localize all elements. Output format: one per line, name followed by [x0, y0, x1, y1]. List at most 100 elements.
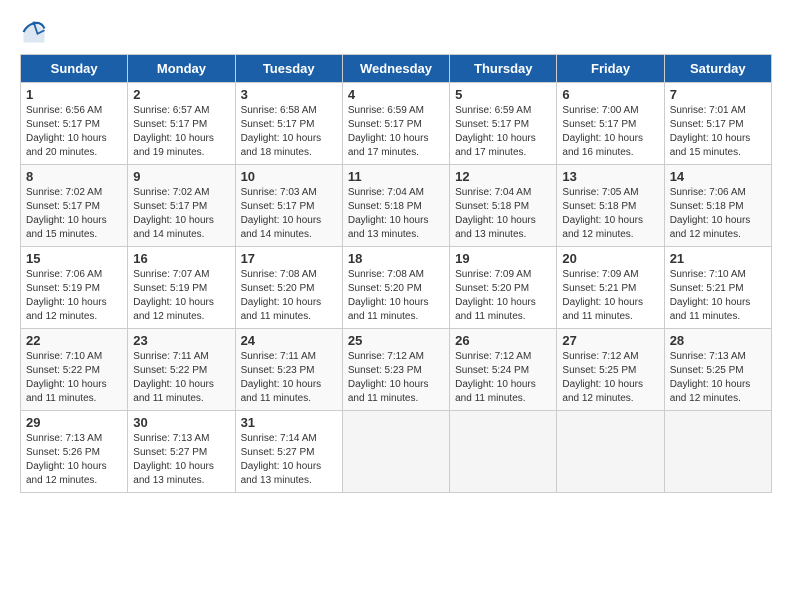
table-row: 5 Sunrise: 6:59 AMSunset: 5:17 PMDayligh…	[450, 83, 557, 165]
day-info: Sunrise: 7:09 AMSunset: 5:21 PMDaylight:…	[562, 269, 643, 322]
day-info: Sunrise: 7:06 AMSunset: 5:18 PMDaylight:…	[670, 187, 751, 240]
table-row: 6 Sunrise: 7:00 AMSunset: 5:17 PMDayligh…	[557, 83, 664, 165]
day-info: Sunrise: 7:13 AMSunset: 5:25 PMDaylight:…	[670, 351, 751, 404]
day-number: 29	[26, 415, 122, 430]
day-info: Sunrise: 6:59 AMSunset: 5:17 PMDaylight:…	[348, 105, 429, 158]
table-row: 13 Sunrise: 7:05 AMSunset: 5:18 PMDaylig…	[557, 165, 664, 247]
day-number: 3	[241, 87, 337, 102]
calendar-row: 29 Sunrise: 7:13 AMSunset: 5:26 PMDaylig…	[21, 411, 772, 493]
day-number: 14	[670, 169, 766, 184]
day-number: 27	[562, 333, 658, 348]
page: Sunday Monday Tuesday Wednesday Thursday…	[0, 0, 792, 503]
day-info: Sunrise: 7:03 AMSunset: 5:17 PMDaylight:…	[241, 187, 322, 240]
col-sunday: Sunday	[21, 55, 128, 83]
day-number: 22	[26, 333, 122, 348]
day-info: Sunrise: 7:12 AMSunset: 5:25 PMDaylight:…	[562, 351, 643, 404]
day-number: 2	[133, 87, 229, 102]
day-number: 20	[562, 251, 658, 266]
day-number: 30	[133, 415, 229, 430]
day-info: Sunrise: 6:56 AMSunset: 5:17 PMDaylight:…	[26, 105, 107, 158]
calendar-row: 8 Sunrise: 7:02 AMSunset: 5:17 PMDayligh…	[21, 165, 772, 247]
day-number: 1	[26, 87, 122, 102]
day-info: Sunrise: 6:59 AMSunset: 5:17 PMDaylight:…	[455, 105, 536, 158]
day-info: Sunrise: 7:02 AMSunset: 5:17 PMDaylight:…	[26, 187, 107, 240]
calendar-row: 22 Sunrise: 7:10 AMSunset: 5:22 PMDaylig…	[21, 329, 772, 411]
day-number: 16	[133, 251, 229, 266]
table-row: 23 Sunrise: 7:11 AMSunset: 5:22 PMDaylig…	[128, 329, 235, 411]
day-info: Sunrise: 7:12 AMSunset: 5:24 PMDaylight:…	[455, 351, 536, 404]
day-number: 12	[455, 169, 551, 184]
day-number: 19	[455, 251, 551, 266]
day-number: 6	[562, 87, 658, 102]
table-row: 20 Sunrise: 7:09 AMSunset: 5:21 PMDaylig…	[557, 247, 664, 329]
table-row: 29 Sunrise: 7:13 AMSunset: 5:26 PMDaylig…	[21, 411, 128, 493]
col-wednesday: Wednesday	[342, 55, 449, 83]
col-thursday: Thursday	[450, 55, 557, 83]
table-row	[557, 411, 664, 493]
col-friday: Friday	[557, 55, 664, 83]
day-number: 15	[26, 251, 122, 266]
day-info: Sunrise: 7:07 AMSunset: 5:19 PMDaylight:…	[133, 269, 214, 322]
header	[20, 18, 772, 46]
day-number: 31	[241, 415, 337, 430]
day-number: 24	[241, 333, 337, 348]
day-number: 13	[562, 169, 658, 184]
table-row: 24 Sunrise: 7:11 AMSunset: 5:23 PMDaylig…	[235, 329, 342, 411]
day-info: Sunrise: 7:09 AMSunset: 5:20 PMDaylight:…	[455, 269, 536, 322]
day-number: 26	[455, 333, 551, 348]
table-row: 17 Sunrise: 7:08 AMSunset: 5:20 PMDaylig…	[235, 247, 342, 329]
calendar-row: 1 Sunrise: 6:56 AMSunset: 5:17 PMDayligh…	[21, 83, 772, 165]
table-row: 31 Sunrise: 7:14 AMSunset: 5:27 PMDaylig…	[235, 411, 342, 493]
table-row: 22 Sunrise: 7:10 AMSunset: 5:22 PMDaylig…	[21, 329, 128, 411]
day-number: 18	[348, 251, 444, 266]
col-saturday: Saturday	[664, 55, 771, 83]
table-row: 2 Sunrise: 6:57 AMSunset: 5:17 PMDayligh…	[128, 83, 235, 165]
day-number: 17	[241, 251, 337, 266]
table-row: 30 Sunrise: 7:13 AMSunset: 5:27 PMDaylig…	[128, 411, 235, 493]
day-number: 8	[26, 169, 122, 184]
table-row: 19 Sunrise: 7:09 AMSunset: 5:20 PMDaylig…	[450, 247, 557, 329]
table-row	[342, 411, 449, 493]
day-info: Sunrise: 7:08 AMSunset: 5:20 PMDaylight:…	[241, 269, 322, 322]
table-row: 28 Sunrise: 7:13 AMSunset: 5:25 PMDaylig…	[664, 329, 771, 411]
logo-icon	[20, 18, 48, 46]
day-info: Sunrise: 6:57 AMSunset: 5:17 PMDaylight:…	[133, 105, 214, 158]
table-row: 1 Sunrise: 6:56 AMSunset: 5:17 PMDayligh…	[21, 83, 128, 165]
day-number: 10	[241, 169, 337, 184]
calendar: Sunday Monday Tuesday Wednesday Thursday…	[20, 54, 772, 493]
day-info: Sunrise: 7:10 AMSunset: 5:21 PMDaylight:…	[670, 269, 751, 322]
day-info: Sunrise: 7:10 AMSunset: 5:22 PMDaylight:…	[26, 351, 107, 404]
day-info: Sunrise: 7:11 AMSunset: 5:23 PMDaylight:…	[241, 351, 322, 404]
day-number: 25	[348, 333, 444, 348]
table-row: 8 Sunrise: 7:02 AMSunset: 5:17 PMDayligh…	[21, 165, 128, 247]
day-info: Sunrise: 7:06 AMSunset: 5:19 PMDaylight:…	[26, 269, 107, 322]
day-info: Sunrise: 7:05 AMSunset: 5:18 PMDaylight:…	[562, 187, 643, 240]
day-number: 9	[133, 169, 229, 184]
table-row	[450, 411, 557, 493]
calendar-row: 15 Sunrise: 7:06 AMSunset: 5:19 PMDaylig…	[21, 247, 772, 329]
col-monday: Monday	[128, 55, 235, 83]
day-number: 11	[348, 169, 444, 184]
table-row: 14 Sunrise: 7:06 AMSunset: 5:18 PMDaylig…	[664, 165, 771, 247]
table-row: 4 Sunrise: 6:59 AMSunset: 5:17 PMDayligh…	[342, 83, 449, 165]
table-row	[664, 411, 771, 493]
table-row: 7 Sunrise: 7:01 AMSunset: 5:17 PMDayligh…	[664, 83, 771, 165]
calendar-header-row: Sunday Monday Tuesday Wednesday Thursday…	[21, 55, 772, 83]
table-row: 12 Sunrise: 7:04 AMSunset: 5:18 PMDaylig…	[450, 165, 557, 247]
day-info: Sunrise: 7:08 AMSunset: 5:20 PMDaylight:…	[348, 269, 429, 322]
day-info: Sunrise: 7:13 AMSunset: 5:27 PMDaylight:…	[133, 433, 214, 486]
table-row: 18 Sunrise: 7:08 AMSunset: 5:20 PMDaylig…	[342, 247, 449, 329]
day-info: Sunrise: 7:13 AMSunset: 5:26 PMDaylight:…	[26, 433, 107, 486]
col-tuesday: Tuesday	[235, 55, 342, 83]
day-info: Sunrise: 7:04 AMSunset: 5:18 PMDaylight:…	[348, 187, 429, 240]
day-info: Sunrise: 7:00 AMSunset: 5:17 PMDaylight:…	[562, 105, 643, 158]
day-info: Sunrise: 7:04 AMSunset: 5:18 PMDaylight:…	[455, 187, 536, 240]
day-info: Sunrise: 7:11 AMSunset: 5:22 PMDaylight:…	[133, 351, 214, 404]
table-row: 3 Sunrise: 6:58 AMSunset: 5:17 PMDayligh…	[235, 83, 342, 165]
day-number: 7	[670, 87, 766, 102]
day-info: Sunrise: 7:12 AMSunset: 5:23 PMDaylight:…	[348, 351, 429, 404]
day-number: 21	[670, 251, 766, 266]
table-row: 10 Sunrise: 7:03 AMSunset: 5:17 PMDaylig…	[235, 165, 342, 247]
table-row: 11 Sunrise: 7:04 AMSunset: 5:18 PMDaylig…	[342, 165, 449, 247]
day-info: Sunrise: 7:01 AMSunset: 5:17 PMDaylight:…	[670, 105, 751, 158]
